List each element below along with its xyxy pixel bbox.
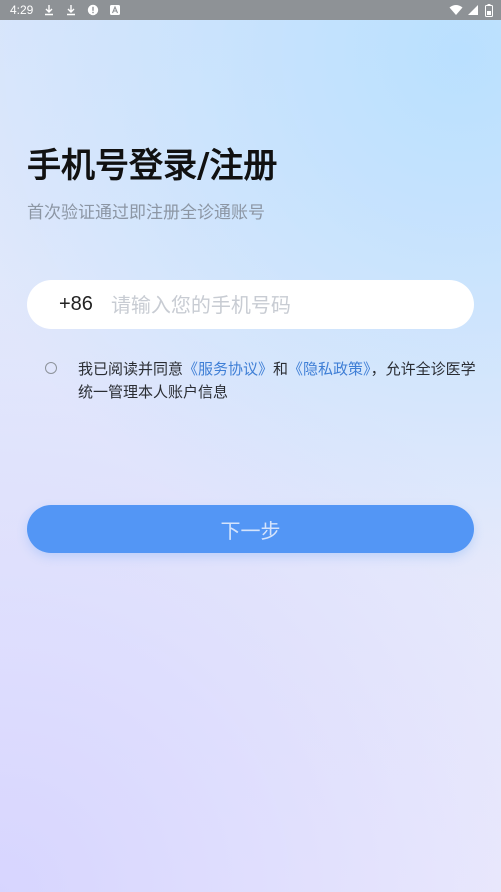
phone-field[interactable]: +86 [27,280,474,329]
signal-icon [467,4,479,16]
status-right [449,4,493,17]
country-code[interactable]: +86 [59,293,93,316]
agreement-prefix: 我已阅读并同意 [78,360,184,378]
agreement-radio[interactable] [45,362,57,374]
battery-icon [485,4,493,17]
next-button[interactable]: 下一步 [27,505,474,553]
agreement-conjunction: 和 [273,360,289,378]
status-left: 4:29 [10,3,121,17]
page-title: 手机号登录/注册 [27,146,278,186]
page-subtitle: 首次验证通过即注册全诊通账号 [27,203,265,223]
alert-icon [87,4,99,16]
status-bar: 4:29 [0,0,501,20]
download-icon [43,4,55,16]
wifi-icon [449,4,463,16]
privacy-policy-link[interactable]: 《隐私政策》 [288,360,371,378]
phone-input[interactable] [110,292,431,317]
status-time: 4:29 [10,3,34,17]
download-icon [65,4,77,16]
a-icon [109,4,121,16]
service-agreement-link[interactable]: 《服务协议》 [183,360,273,378]
agreement-text: 我已阅读并同意《服务协议》和《隐私政策》，允许全诊医学统一管理本人账户信息 [78,358,478,404]
